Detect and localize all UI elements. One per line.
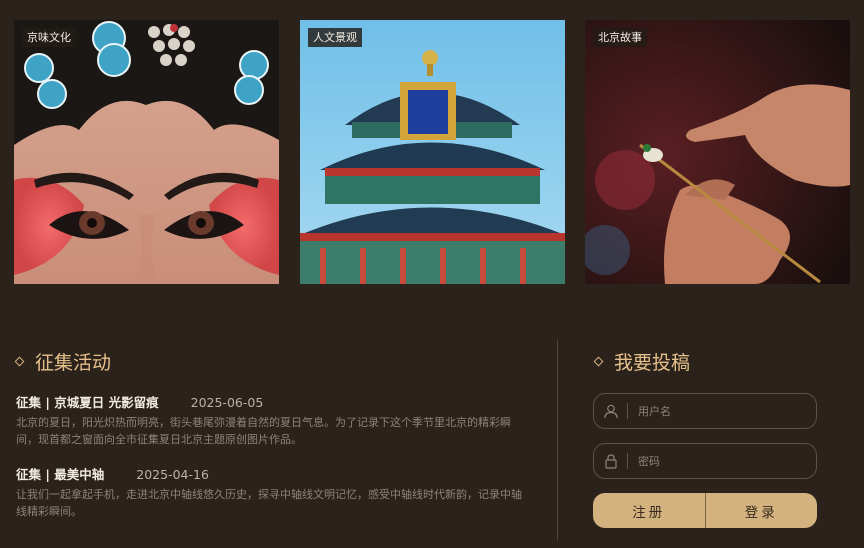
photo-tag: 京味文化	[22, 28, 76, 47]
campaign-date: 2025-04-16	[136, 467, 209, 482]
campaign-description: 北京的夏日，阳光炽热而明亮，街头巷尾弥漫着自然的夏日气息。为了记录下这个季节里北…	[16, 416, 511, 446]
list-item[interactable]: 征集 | 最美中轴 2025-04-16 让我们一起拿起手机，走进北京中轴线悠久…	[16, 464, 526, 520]
user-icon	[594, 394, 627, 428]
photo-gallery: 京味文化 人文景观 北京故事	[14, 20, 850, 284]
password-input[interactable]	[638, 454, 816, 468]
campaign-section-title: 征集活动	[14, 348, 112, 375]
photo-card-hands[interactable]: 北京故事	[585, 20, 850, 284]
diamond-icon	[14, 356, 25, 367]
photo-card-opera[interactable]: 京味文化	[14, 20, 279, 284]
lock-icon	[594, 444, 627, 478]
username-input[interactable]	[638, 404, 816, 418]
diamond-icon	[593, 356, 604, 367]
temple-of-heaven-image	[300, 20, 565, 284]
field-separator	[627, 453, 628, 469]
auth-button-group: 注册 登录	[593, 493, 817, 528]
field-separator	[627, 403, 628, 419]
artisan-hands-image	[585, 20, 850, 284]
campaign-title[interactable]: 征集 | 最美中轴	[16, 464, 104, 483]
campaign-date: 2025-06-05	[190, 395, 264, 410]
photo-tag: 人文景观	[308, 28, 362, 47]
photo-tag: 北京故事	[593, 28, 647, 47]
submit-section-title: 我要投稿	[593, 348, 691, 375]
submit-title-text: 我要投稿	[614, 352, 691, 374]
list-item[interactable]: 征集 | 京城夏日 光影留痕 2025-06-05 北京的夏日，阳光炽热而明亮，…	[16, 392, 526, 448]
campaign-title-text: 征集活动	[35, 352, 112, 374]
login-button[interactable]: 登录	[706, 493, 818, 528]
campaign-title[interactable]: 征集 | 京城夏日 光影留痕	[16, 392, 159, 411]
section-divider	[557, 340, 558, 540]
opera-face-image	[14, 20, 279, 284]
campaign-list: 征集 | 京城夏日 光影留痕 2025-06-05 北京的夏日，阳光炽热而明亮，…	[16, 392, 526, 536]
password-field[interactable]	[593, 443, 817, 479]
photo-card-temple[interactable]: 人文景观	[300, 20, 565, 284]
username-field[interactable]	[593, 393, 817, 429]
campaign-description: 让我们一起拿起手机，走进北京中轴线悠久历史，探寻中轴线文明记忆，感受中轴线时代新…	[16, 488, 522, 518]
register-button[interactable]: 注册	[593, 493, 705, 528]
